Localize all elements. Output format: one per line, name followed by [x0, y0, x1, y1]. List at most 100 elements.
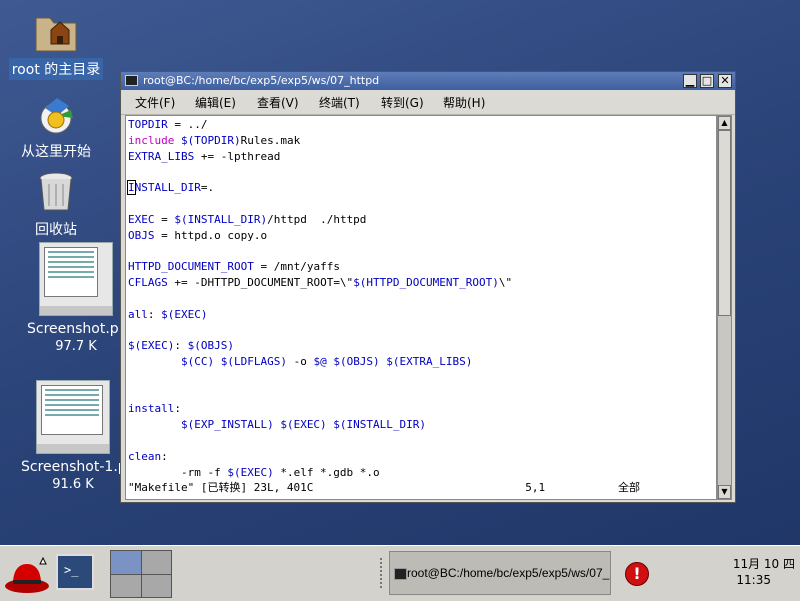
code-token: = httpd.o copy.o	[154, 228, 268, 242]
code-token: += -lpthread	[194, 149, 281, 163]
code-token: OBJS	[128, 228, 155, 242]
code-token: $(OBJS)	[187, 339, 234, 353]
code-token: clean	[128, 449, 162, 463]
desktop-icon-home[interactable]: root 的主目录	[2, 10, 110, 80]
code-token: $(EXP_INSTALL) $(EXEC) $(INSTALL_DIR)	[180, 418, 427, 432]
code-line: $(EXP_INSTALL) $(EXEC) $(INSTALL_DIR)	[128, 417, 716, 433]
code-token: NSTALL_DIR	[134, 181, 201, 195]
code-token: =.	[200, 181, 215, 195]
code-token: EXTRA_LIBS	[128, 149, 195, 163]
window-title: root@BC:/home/bc/exp5/exp5/ws/07_httpd	[143, 74, 380, 87]
workspace-pager[interactable]	[110, 550, 172, 598]
desktop-icon-label: root 的主目录	[8, 58, 104, 80]
code-token: :	[161, 449, 168, 463]
code-line: install:	[128, 401, 716, 417]
code-line: OBJS = httpd.o copy.o	[128, 228, 716, 244]
desktop-icon-screenshot[interactable]: Screenshot.pn 97.7 K	[24, 242, 128, 354]
code-line: CFLAGS += -DHTTPD_DOCUMENT_ROOT=\"$(HTTP…	[128, 275, 716, 291]
scroll-up-arrow-icon[interactable]: ▲	[718, 116, 731, 130]
code-token: $(CC) $(LDFLAGS)	[180, 354, 287, 368]
desktop-icon-label: 回收站	[35, 222, 77, 238]
code-line: EXTRA_LIBS += -lpthread	[128, 149, 716, 165]
terminal-icon	[394, 568, 407, 580]
menu-go[interactable]: 转到(G)	[381, 94, 424, 111]
code-token: :	[147, 307, 162, 321]
code-token: $(EXEC)	[161, 307, 208, 321]
redhat-menu-icon[interactable]	[3, 556, 51, 594]
code-line: all: $(EXEC)	[128, 307, 716, 323]
code-area: TOPDIR = ../include $(TOPDIR)Rules.mak EX…	[127, 117, 716, 496]
close-button[interactable]: ✕	[718, 74, 732, 88]
taskbar-window-button[interactable]: root@BC:/home/bc/exp5/exp5/ws/07_	[389, 551, 611, 595]
minimize-button[interactable]: ▁	[683, 74, 697, 88]
terminal-window: root@BC:/home/bc/exp5/exp5/ws/07_httpd ▁…	[120, 71, 736, 503]
code-line: -rm -f $(EXEC) *.elf *.gdb *.o	[128, 465, 716, 481]
trash-icon	[39, 172, 73, 211]
terminal-content[interactable]: TOPDIR = ../include $(TOPDIR)Rules.mak EX…	[125, 115, 717, 500]
alert-icon[interactable]: !	[625, 562, 649, 586]
menu-edit[interactable]: 编辑(E)	[195, 94, 236, 111]
desktop-icon-label: Screenshot-1.p	[21, 459, 127, 475]
window-titlebar[interactable]: root@BC:/home/bc/exp5/exp5/ws/07_httpd ▁…	[121, 72, 735, 90]
taskbar-window-title: root@BC:/home/bc/exp5/exp5/ws/07_	[407, 566, 610, 580]
vertical-scrollbar[interactable]: ▲ ▼	[717, 115, 732, 500]
workspace-3[interactable]	[111, 574, 141, 597]
code-token: $@ $(OBJS) $(EXTRA_LIBS)	[313, 354, 473, 368]
code-token: CFLAGS	[128, 275, 168, 289]
workspace-2[interactable]	[141, 551, 171, 574]
menu-file[interactable]: 文件(F)	[135, 94, 175, 111]
terminal-launcher-glyph: >_	[64, 563, 79, 577]
vim-status-line: "Makefile" [已转换] 23L, 401C 5,1 全部	[128, 481, 640, 495]
home-folder-icon	[35, 17, 77, 52]
clock-time: 11:35	[736, 573, 771, 587]
code-token: Rules.mak	[240, 133, 301, 147]
code-token: -rm -f	[128, 465, 228, 479]
code-line: HTTPD_DOCUMENT_ROOT = /mnt/yaffs	[128, 259, 716, 275]
file-size: 91.6 K	[52, 477, 94, 492]
desktop-icon-screenshot-1[interactable]: Screenshot-1.p 91.6 K	[18, 380, 128, 492]
terminal-icon	[125, 75, 138, 86]
menu-view[interactable]: 查看(V)	[257, 94, 299, 111]
code-token: $(HTTPD_DOCUMENT_ROOT)	[353, 275, 499, 289]
code-line: clean:	[128, 449, 716, 465]
workspace-1[interactable]	[111, 551, 141, 574]
code-line: EXEC = $(INSTALL_DIR)/httpd ./httpd	[128, 212, 716, 228]
code-token: $(EXEC)	[128, 339, 175, 353]
terminal-launcher-icon[interactable]: >_	[56, 554, 94, 590]
code-token: =	[154, 212, 175, 226]
menu-help[interactable]: 帮助(H)	[443, 94, 485, 111]
code-line: $(CC) $(LDFLAGS) -o $@ $(OBJS) $(EXTRA_L…	[128, 354, 716, 370]
workspace-4[interactable]	[141, 574, 171, 597]
code-token: :	[174, 402, 181, 416]
code-token: :	[174, 339, 188, 353]
code-line: include $(TOPDIR)Rules.mak	[128, 133, 716, 149]
code-token: *.elf *.gdb *.o	[273, 465, 380, 479]
tasklist-handle[interactable]	[380, 558, 386, 588]
code-line: TOPDIR = ../	[128, 117, 716, 133]
code-line: $(EXEC): $(OBJS)	[128, 338, 716, 354]
scrollbar-thumb[interactable]	[718, 130, 731, 316]
scroll-down-arrow-icon[interactable]: ▼	[718, 485, 731, 499]
menu-bar: 文件(F) 编辑(E) 查看(V) 终端(T) 转到(G) 帮助(H)	[121, 90, 735, 115]
maximize-button[interactable]: □	[700, 74, 714, 88]
desktop-icon-start-here[interactable]: 从这里开始	[8, 94, 104, 162]
code-token: TOPDIR	[128, 118, 168, 131]
code-token: $(TOPDIR)	[174, 133, 241, 147]
clock[interactable]: 11月 10 四 11:35	[690, 556, 795, 588]
code-token: $(EXEC)	[227, 465, 274, 479]
desktop-icon-trash[interactable]: 回收站	[14, 170, 98, 240]
menu-terminal[interactable]: 终端(T)	[319, 94, 360, 111]
desktop-icon-label: 从这里开始	[21, 144, 91, 160]
code-token: I	[127, 180, 136, 196]
code-token: = /mnt/yaffs	[253, 260, 340, 274]
code-token: = ../	[167, 118, 208, 131]
